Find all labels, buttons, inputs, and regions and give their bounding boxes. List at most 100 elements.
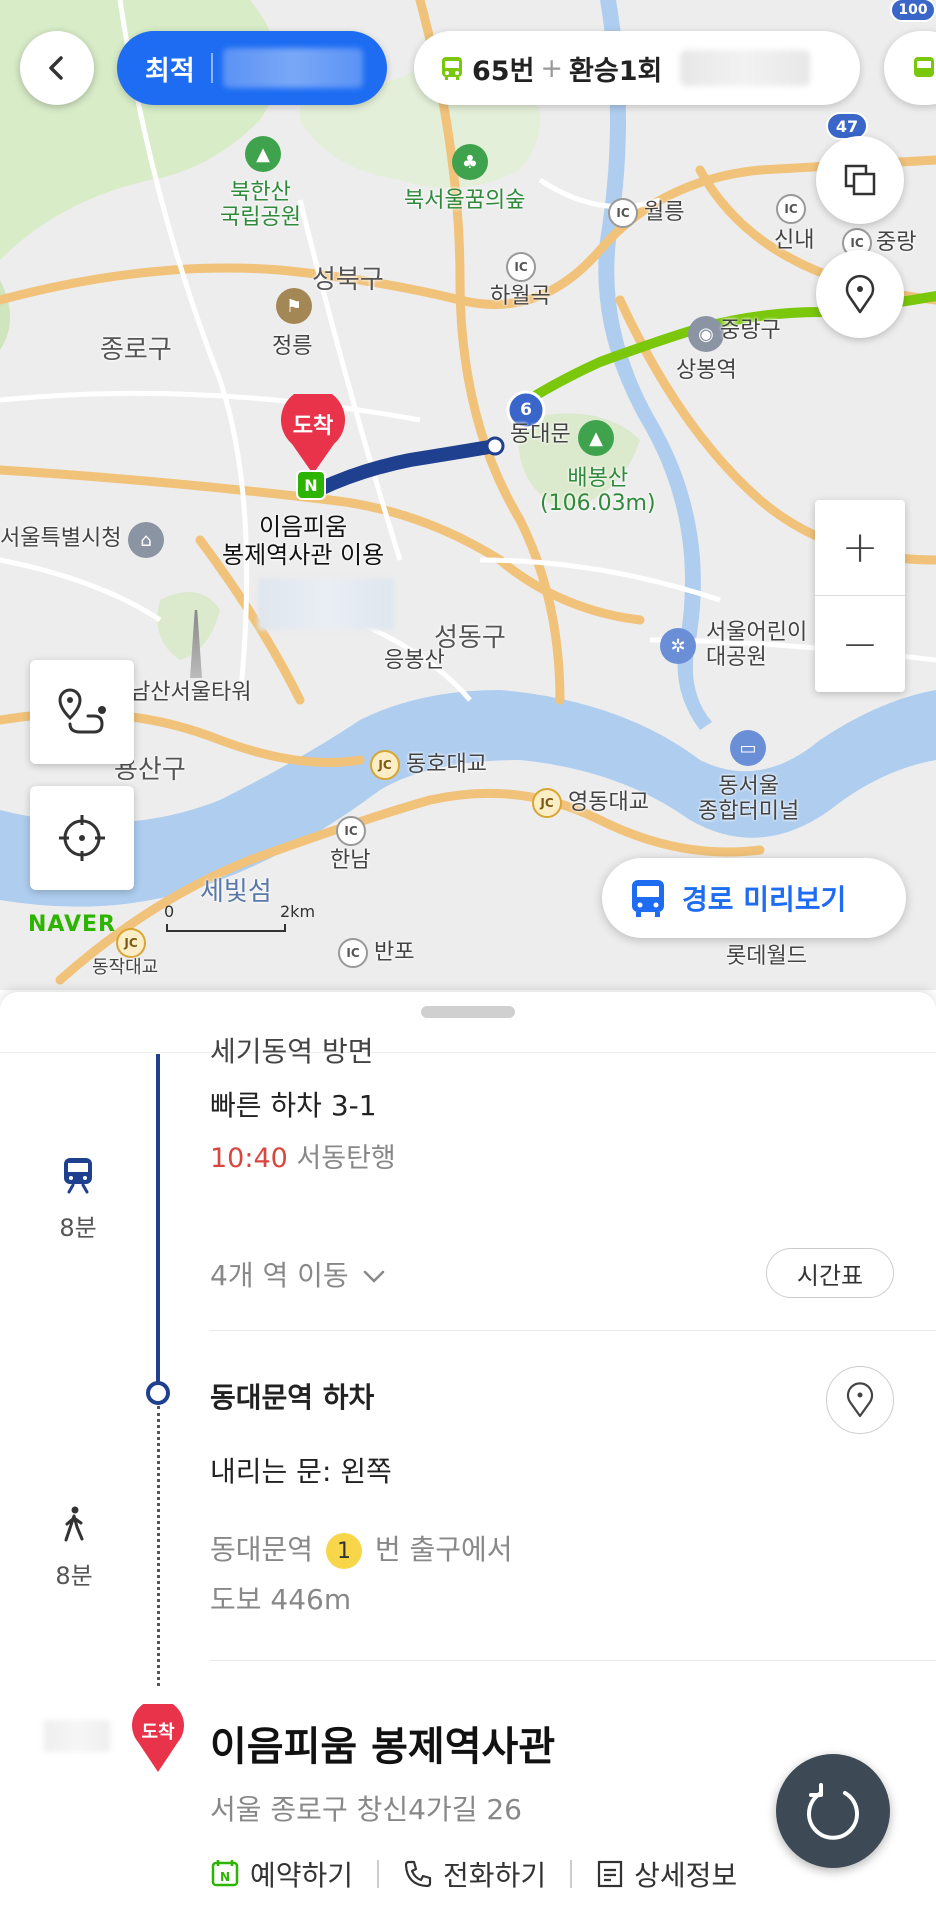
phone-icon bbox=[404, 1860, 432, 1888]
map-label-yeongdong: 영동대교 bbox=[568, 790, 649, 815]
park-icon: ♣ bbox=[452, 144, 488, 180]
reserve-label: 예약하기 bbox=[250, 1859, 354, 1892]
action-separator bbox=[377, 1860, 380, 1888]
walk-route-line bbox=[157, 1406, 160, 1686]
direction: 서동탄행 bbox=[296, 1143, 396, 1174]
map-pin-icon bbox=[845, 274, 875, 314]
map-label-sangbong: 상봉역 bbox=[676, 358, 737, 383]
ic-badge-hannam: IC bbox=[336, 816, 366, 846]
walk-segment: 8분 bbox=[50, 1506, 98, 1591]
ic-badge-hawolgok: IC bbox=[506, 252, 536, 282]
naver-logo: NAVER bbox=[28, 912, 116, 937]
chevron-down-icon bbox=[363, 1270, 384, 1283]
walk-from-station: 동대문역 bbox=[210, 1533, 314, 1566]
jc-badge-yeongdong: JC bbox=[532, 788, 562, 818]
detail-label: 상세정보 bbox=[634, 1859, 738, 1892]
subway-segment: 8분 bbox=[56, 1156, 100, 1243]
map-label-hawolgok: 하월곡 bbox=[490, 284, 551, 309]
route-bus-number: 65번 bbox=[472, 55, 535, 87]
walking-person-icon bbox=[64, 1506, 84, 1542]
route-path-button[interactable] bbox=[30, 660, 134, 764]
jc-badge-dongjak: JC bbox=[116, 928, 146, 958]
zoom-in-button[interactable]: + bbox=[815, 500, 905, 596]
alight-location-button[interactable] bbox=[826, 1366, 894, 1434]
route-6-badge: 6 bbox=[520, 400, 532, 420]
map-layers-button[interactable] bbox=[816, 136, 904, 224]
alight-station: 동대문역 하차 bbox=[210, 1381, 375, 1414]
walk-duration: 8분 bbox=[55, 1562, 93, 1590]
chevron-left-icon bbox=[49, 56, 63, 80]
blurred-duration bbox=[680, 50, 811, 86]
map-label-dongho: 동호대교 bbox=[406, 752, 487, 777]
refresh-button[interactable] bbox=[776, 1754, 890, 1868]
subway-station-icon: ◉ bbox=[688, 316, 724, 352]
call-action[interactable]: 전화하기 bbox=[403, 1854, 546, 1894]
sheet-divider bbox=[0, 1052, 936, 1053]
naver-reserve-icon: N bbox=[211, 1860, 239, 1887]
destination-marker-label: 도착 bbox=[292, 414, 334, 439]
bus-icon bbox=[442, 57, 462, 80]
map-label-dongdaemun: 동대문 bbox=[510, 422, 571, 447]
walk-distance: 도보 446m bbox=[210, 1583, 352, 1616]
route-transfer-count: 환승1회 bbox=[569, 55, 663, 87]
map-label-namsan: 남산서울타워 bbox=[130, 680, 252, 705]
exit-number-badge: 1 bbox=[325, 1533, 362, 1569]
fast-exit-info: 빠른 하차 3-1 bbox=[210, 1089, 377, 1122]
partial-stop-line: 세기동역 방면 bbox=[210, 1035, 374, 1068]
destination-pin-label: 도착 bbox=[141, 1722, 175, 1743]
layers-icon bbox=[844, 164, 876, 196]
timetable-button[interactable]: 시간표 bbox=[766, 1248, 894, 1298]
route-preview-label: 경로 미리보기 bbox=[682, 883, 847, 916]
jc-badge-dongho: JC bbox=[370, 750, 400, 780]
sheet-drag-handle[interactable] bbox=[421, 1006, 515, 1018]
walk-exit-info: 동대문역 1 번 출구에서 bbox=[210, 1528, 513, 1569]
blurred-label bbox=[258, 578, 394, 630]
map-view[interactable]: 47 100 6 ▲ 북한산 국립공원 ♣ 북서울꿈의숲 성북구 종로구 ⚑ 정… bbox=[0, 0, 936, 990]
current-location-button[interactable] bbox=[30, 786, 134, 890]
detail-action[interactable]: 상세정보 bbox=[596, 1854, 737, 1894]
blurred-time bbox=[222, 48, 363, 88]
map-location-pin-button[interactable] bbox=[816, 250, 904, 338]
route-preview-button[interactable]: 경로 미리보기 bbox=[602, 858, 906, 938]
mountain-icon: ▲ bbox=[245, 136, 281, 172]
bus-terminal-icon: ▭ bbox=[730, 730, 766, 766]
route-option-optimal[interactable]: 최적 bbox=[117, 31, 387, 105]
amusement-icon: ✲ bbox=[660, 628, 696, 664]
zoom-out-button[interactable]: − bbox=[815, 596, 905, 692]
divider bbox=[210, 1660, 936, 1661]
route-detail-sheet[interactable]: 세기동역 방면 빠른 하차 3-1 10:40 서동탄행 8분 4개 역 이동 … bbox=[0, 992, 936, 1905]
action-separator bbox=[570, 1860, 573, 1888]
map-label-city-hall: 서울특별시청 bbox=[0, 526, 122, 551]
bus-front-icon bbox=[632, 880, 664, 917]
map-pin-icon bbox=[846, 1382, 874, 1418]
destination-actions: N 예약하기 전화하기 상세정보 bbox=[210, 1854, 737, 1894]
scale-zero: 0 bbox=[164, 902, 175, 921]
map-label-jungnang: 중랑구 bbox=[720, 318, 781, 343]
map-label-destination: 이음피움 봉제역사관 이용 bbox=[222, 513, 385, 569]
back-button[interactable] bbox=[20, 31, 94, 105]
refresh-icon bbox=[807, 1783, 859, 1840]
reserve-action[interactable]: N 예약하기 bbox=[210, 1854, 353, 1894]
scale-bar bbox=[166, 924, 286, 932]
destination-address: 서울 종로구 창신4가길 26 bbox=[210, 1793, 522, 1826]
bus-icon-next bbox=[914, 57, 934, 77]
map-label-baebongsan: 배봉산 (106.03m) bbox=[540, 466, 656, 517]
destination-marker[interactable]: 도착 bbox=[278, 387, 348, 476]
ic-badge-sinnae: IC bbox=[776, 194, 806, 224]
map-label-wolgye: 월릉 bbox=[644, 200, 685, 225]
destination-name[interactable]: 이음피움 봉제역사관 bbox=[210, 1714, 555, 1772]
map-label-jeongneung: 정릉 bbox=[272, 334, 313, 359]
destination-pin: 도착 bbox=[130, 1699, 186, 1778]
stations-move-toggle[interactable]: 4개 역 이동 bbox=[210, 1254, 386, 1294]
alight-stop-dot bbox=[146, 1381, 170, 1405]
stations-move-label: 4개 역 이동 bbox=[210, 1259, 349, 1292]
route-option-label: 최적 bbox=[145, 55, 195, 87]
route-path-icon bbox=[58, 688, 106, 734]
arrival-time: 10:40 bbox=[210, 1143, 288, 1174]
walk-exit-suffix: 번 출구에서 bbox=[374, 1533, 513, 1566]
map-label-jongno: 종로구 bbox=[100, 335, 172, 365]
ic-badge-wolgye: IC bbox=[608, 198, 638, 228]
map-label-hannam: 한남 bbox=[330, 848, 371, 873]
door-side: 내리는 문: 왼쪽 bbox=[210, 1455, 392, 1488]
route-summary-pill[interactable]: 65번 + 환승1회 bbox=[414, 31, 860, 105]
